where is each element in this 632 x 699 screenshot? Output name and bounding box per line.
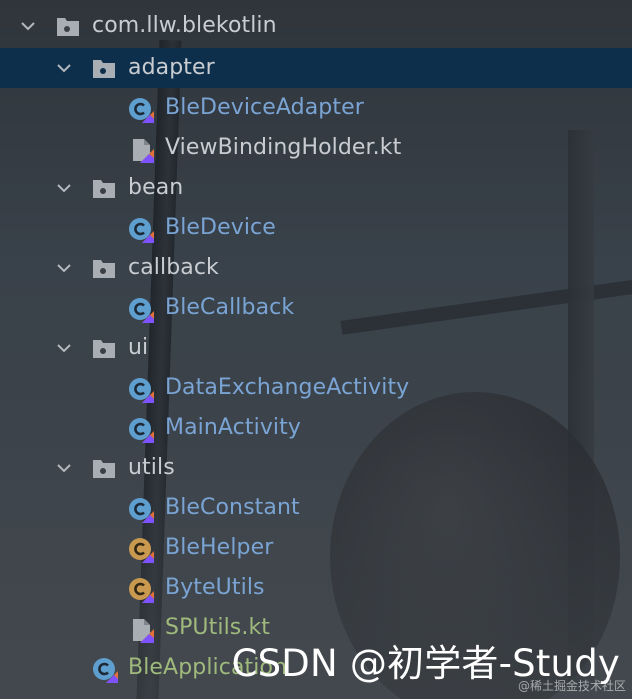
package-folder-icon (92, 257, 116, 279)
tree-row-root-package[interactable]: com.llw.blekotlin (0, 6, 632, 46)
tree-row-utils[interactable]: utils (0, 448, 632, 488)
tree-label: ViewBindingHolder.kt (165, 135, 402, 160)
kotlin-class-icon (128, 377, 154, 403)
tree-label: BleConstant (165, 495, 300, 520)
tree-label: DataExchangeActivity (165, 375, 410, 400)
tree-label: utils (128, 455, 175, 480)
tree-row-file[interactable]: MainActivity (0, 408, 632, 448)
project-tree: com.llw.blekotlin adapter BleDeviceAdapt… (0, 0, 632, 699)
tree-label: BleDeviceAdapter (165, 95, 364, 120)
juejin-watermark: @稀土掘金技术社区 (517, 679, 626, 693)
tree-label: BleDevice (165, 215, 276, 240)
package-folder-icon (56, 15, 80, 37)
kotlin-object-icon (128, 537, 154, 563)
tree-row-file[interactable]: ByteUtils (0, 568, 632, 608)
tree-row-adapter[interactable]: adapter (0, 48, 632, 88)
tree-label: adapter (128, 55, 215, 80)
kotlin-class-icon (128, 297, 154, 323)
package-folder-icon (92, 177, 116, 199)
kotlin-class-icon (128, 97, 154, 123)
kotlin-file-icon (130, 137, 154, 163)
tree-label: bean (128, 175, 184, 200)
chevron-down-icon[interactable] (56, 180, 72, 196)
tree-row-file[interactable]: BleDeviceAdapter (0, 88, 632, 128)
kotlin-class-icon (128, 417, 154, 443)
tree-row-file[interactable]: BleHelper (0, 528, 632, 568)
chevron-down-icon[interactable] (56, 60, 72, 76)
chevron-down-icon[interactable] (56, 260, 72, 276)
tree-label: com.llw.blekotlin (92, 13, 277, 38)
package-folder-icon (92, 57, 116, 79)
package-folder-icon (92, 457, 116, 479)
kotlin-class-icon (128, 497, 154, 523)
tree-label: SPUtils.kt (165, 615, 271, 640)
chevron-down-icon[interactable] (20, 18, 36, 34)
tree-label: MainActivity (165, 415, 301, 440)
tree-row-bean[interactable]: bean (0, 168, 632, 208)
kotlin-object-icon (128, 577, 154, 603)
tree-row-file[interactable]: ViewBindingHolder.kt (0, 128, 632, 168)
tree-row-callback[interactable]: callback (0, 248, 632, 288)
tree-row-file[interactable]: DataExchangeActivity (0, 368, 632, 408)
tree-row-file[interactable]: BleConstant (0, 488, 632, 528)
tree-label: ByteUtils (165, 575, 265, 600)
tree-label: BleCallback (165, 295, 295, 320)
tree-label: callback (128, 255, 219, 280)
tree-label: ui (128, 335, 149, 360)
tree-row-ui[interactable]: ui (0, 328, 632, 368)
chevron-down-icon[interactable] (56, 340, 72, 356)
kotlin-class-icon (128, 217, 154, 243)
kotlin-file-icon (130, 617, 154, 643)
tree-row-file[interactable]: BleCallback (0, 288, 632, 328)
package-folder-icon (92, 337, 116, 359)
tree-label: BleHelper (165, 535, 274, 560)
tree-row-file[interactable]: BleDevice (0, 208, 632, 248)
kotlin-class-icon (92, 657, 118, 683)
chevron-down-icon[interactable] (56, 460, 72, 476)
